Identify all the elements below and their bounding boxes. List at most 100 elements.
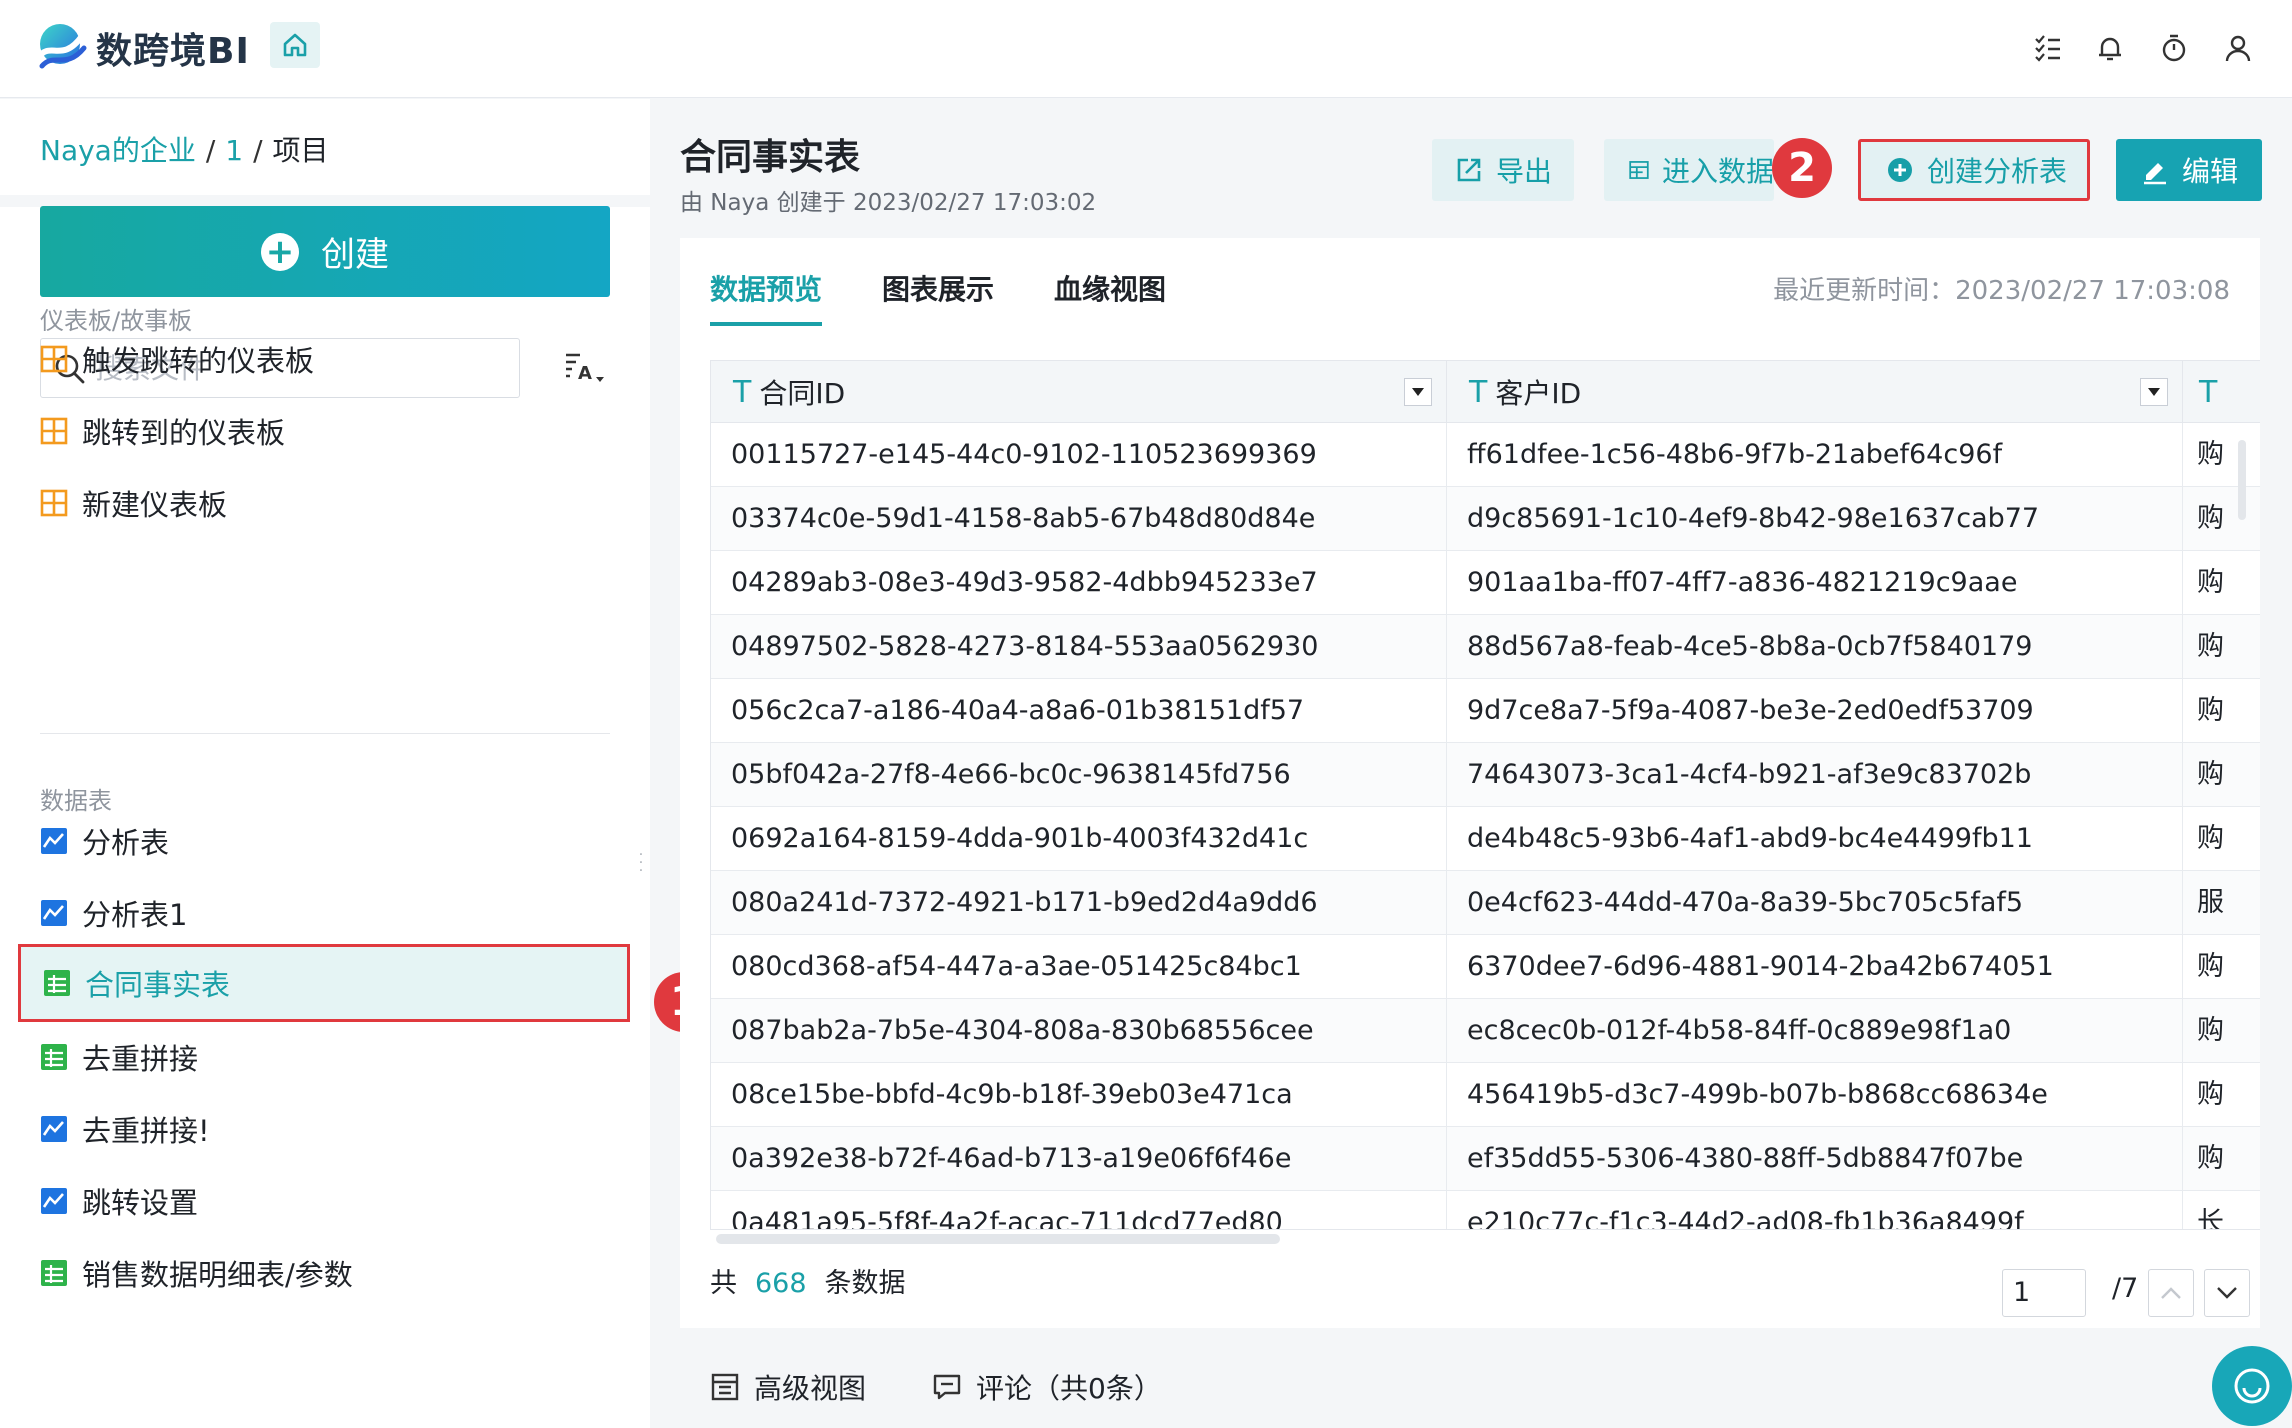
table-row[interactable]: 0a481a95-5f8f-4a2f-acac-711dcd77ed80 e210…: [711, 1191, 2260, 1229]
table-cell: 购: [2197, 823, 2224, 854]
table-cell: 0e4cf623-44dd-470a-8a39-5bc705c5faf5: [1447, 871, 2183, 935]
table-row[interactable]: 0a392e38-b72f-46ad-b713-a19e06f6f46e ef35…: [711, 1127, 2260, 1191]
table-row[interactable]: 00115727-e145-44c0-9102-110523699369 ff61…: [711, 423, 2260, 487]
table-row[interactable]: 03374c0e-59d1-4158-8ab5-67b48d80d84e d9c8…: [711, 487, 2260, 551]
plus-circle-icon: [1888, 158, 1912, 182]
sidebar-item-table-selected[interactable]: 合同事实表: [18, 944, 630, 1022]
stopwatch-icon: [2162, 34, 2186, 62]
notification-button[interactable]: [2090, 28, 2130, 68]
home-icon: [283, 33, 307, 57]
table-row[interactable]: 0692a164-8159-4dda-901b-4003f432d41c de4b…: [711, 807, 2260, 871]
table-cell: 04289ab3-08e3-49d3-9582-4dbb945233e7: [711, 551, 1447, 615]
table-cell: 74643073-3ca1-4cf4-b921-af3e9c83702b: [1447, 743, 2183, 807]
sidebar-resize-handle[interactable]: · · ·: [636, 848, 646, 878]
analysis-table-icon: [41, 828, 67, 854]
sidebar-item-table[interactable]: 分析表1: [40, 885, 187, 941]
app-name: 数跨境BI: [96, 31, 250, 72]
breadcrumb-folder[interactable]: 1: [225, 134, 243, 167]
table-cell: 04897502-5828-4273-8184-553aa0562930: [711, 615, 1447, 679]
text-type-icon: T: [1469, 374, 1488, 410]
next-page-button[interactable]: [2204, 1269, 2250, 1317]
table-cell: 056c2ca7-a186-40a4-a8a6-01b38151df57: [711, 679, 1447, 743]
plus-circle-icon: +: [261, 232, 299, 271]
table-cell: 0a392e38-b72f-46ad-b713-a19e06f6f46e: [711, 1127, 1447, 1191]
tab-data-preview[interactable]: 数据预览: [710, 268, 822, 316]
text-type-icon: T: [2199, 374, 2218, 410]
breadcrumb-separator: /: [205, 134, 216, 167]
dashboard-icon: [40, 489, 68, 517]
table-row[interactable]: 080cd368-af54-447a-a3ae-051425c84bc1 6370…: [711, 935, 2260, 999]
task-list-icon: [2035, 35, 2060, 62]
bell-icon: [2099, 37, 2121, 61]
sidebar-item-table[interactable]: 分析表: [40, 813, 169, 869]
dashboard-icon: [40, 417, 68, 445]
page-number-input[interactable]: 1: [2002, 1269, 2086, 1317]
sidebar-item-table[interactable]: 跳转设置: [40, 1173, 198, 1229]
table-row[interactable]: 04289ab3-08e3-49d3-9582-4dbb945233e7 901a…: [711, 551, 2260, 615]
sidebar-item-dashboard[interactable]: 跳转到的仪表板: [40, 403, 285, 459]
analysis-table-icon: [41, 900, 67, 926]
sidebar-item-label: 新建仪表板: [82, 488, 228, 522]
breadcrumb-org[interactable]: Naya的企业: [40, 134, 196, 167]
table-cell: 00115727-e145-44c0-9102-110523699369: [711, 423, 1447, 487]
column-menu-button[interactable]: [1404, 378, 1432, 406]
caret-down-icon: [1412, 388, 1424, 396]
advanced-view-tab[interactable]: 高级视图: [710, 1365, 866, 1409]
page-title: 合同事实表: [680, 137, 861, 178]
prev-page-button[interactable]: [2148, 1269, 2194, 1317]
sidebar-item-dashboard[interactable]: 触发跳转的仪表板: [40, 331, 314, 387]
sidebar-item-dashboard[interactable]: 新建仪表板: [40, 475, 227, 531]
comments-tab[interactable]: 评论（共0条）: [932, 1365, 1162, 1409]
svg-text:A: A: [578, 363, 592, 384]
chat-icon: [2234, 1368, 2270, 1404]
create-analysis-button[interactable]: 创建分析表: [1858, 139, 2090, 201]
horizontal-scrollbar[interactable]: [716, 1234, 1280, 1244]
table-cell: 0a481a95-5f8f-4a2f-acac-711dcd77ed80: [711, 1191, 1447, 1229]
analysis-table-icon: [41, 1116, 67, 1142]
table-cell: 03374c0e-59d1-4158-8ab5-67b48d80d84e: [711, 487, 1447, 551]
sidebar-item-label: 分析表1: [82, 898, 188, 932]
edit-button-label: 编辑: [2182, 155, 2239, 188]
sidebar-item-label: 去重拼接!: [82, 1114, 210, 1148]
chevron-down-icon: [2217, 1287, 2237, 1299]
column-header[interactable]: T: [2183, 361, 2260, 423]
edit-icon: [2144, 163, 2166, 185]
table-row[interactable]: 05bf042a-27f8-4e66-bc0c-9638145fd756 7464…: [711, 743, 2260, 807]
column-header[interactable]: T 客户ID: [1447, 361, 2183, 423]
sidebar-item-label: 跳转到的仪表板: [82, 416, 286, 450]
table-cell: e210c77c-f1c3-44d2-ad08-fb1b36a8499f: [1447, 1191, 2183, 1229]
breadcrumb: Naya的企业 / 1 / 项目: [40, 131, 329, 171]
table-row[interactable]: 056c2ca7-a186-40a4-a8a6-01b38151df57 9d7c…: [711, 679, 2260, 743]
data-table-icon: [44, 970, 70, 996]
vertical-scrollbar[interactable]: [2238, 440, 2246, 520]
table-cell: 05bf042a-27f8-4e66-bc0c-9638145fd756: [711, 743, 1447, 807]
table-row[interactable]: 04897502-5828-4273-8184-553aa0562930 88d5…: [711, 615, 2260, 679]
table-row[interactable]: 087bab2a-7b5e-4304-808a-830b68556cee ec8c…: [711, 999, 2260, 1063]
sidebar-item-table[interactable]: 销售数据明细表/参数: [40, 1245, 353, 1301]
last-updated: 最近更新时间：2023/02/27 17:03:08: [1773, 276, 2230, 306]
tab-chart-view[interactable]: 图表展示: [882, 268, 994, 316]
table-row[interactable]: 080a241d-7372-4921-b171-b9ed2d4a9dd6 0e4c…: [711, 871, 2260, 935]
table-row[interactable]: 08ce15be-bbfd-4c9b-b18f-39eb03e471ca 4564…: [711, 1063, 2260, 1127]
table-cell: de4b48c5-93b6-4af1-abd9-bc4e4499fb11: [1447, 807, 2183, 871]
table-cell: 080cd368-af54-447a-a3ae-051425c84bc1: [711, 935, 1447, 999]
export-button[interactable]: 导出: [1432, 139, 1574, 201]
sort-az-icon[interactable]: A: [562, 347, 606, 391]
column-header[interactable]: T 合同ID: [711, 361, 1447, 423]
user-button[interactable]: [2218, 28, 2258, 68]
table-cell: 9d7ce8a7-5f9a-4087-be3e-2ed0edf53709: [1447, 679, 2183, 743]
task-list-button[interactable]: [2028, 28, 2068, 68]
column-menu-button[interactable]: [2140, 378, 2168, 406]
tab-lineage-view[interactable]: 血缘视图: [1054, 268, 1166, 316]
sidebar-item-table[interactable]: 去重拼接: [40, 1029, 198, 1085]
enter-data-button[interactable]: 进入数据: [1604, 139, 1774, 201]
create-button-label: 创建: [321, 235, 389, 275]
table-cell: 购: [2197, 1143, 2224, 1174]
sidebar-item-table[interactable]: 去重拼接!: [40, 1101, 210, 1157]
create-button[interactable]: + 创建: [40, 206, 610, 297]
home-button[interactable]: [270, 22, 320, 68]
edit-button[interactable]: 编辑: [2116, 139, 2262, 201]
table-cell: 购: [2197, 439, 2224, 470]
chat-button[interactable]: [2212, 1346, 2292, 1426]
timer-button[interactable]: [2154, 28, 2194, 68]
